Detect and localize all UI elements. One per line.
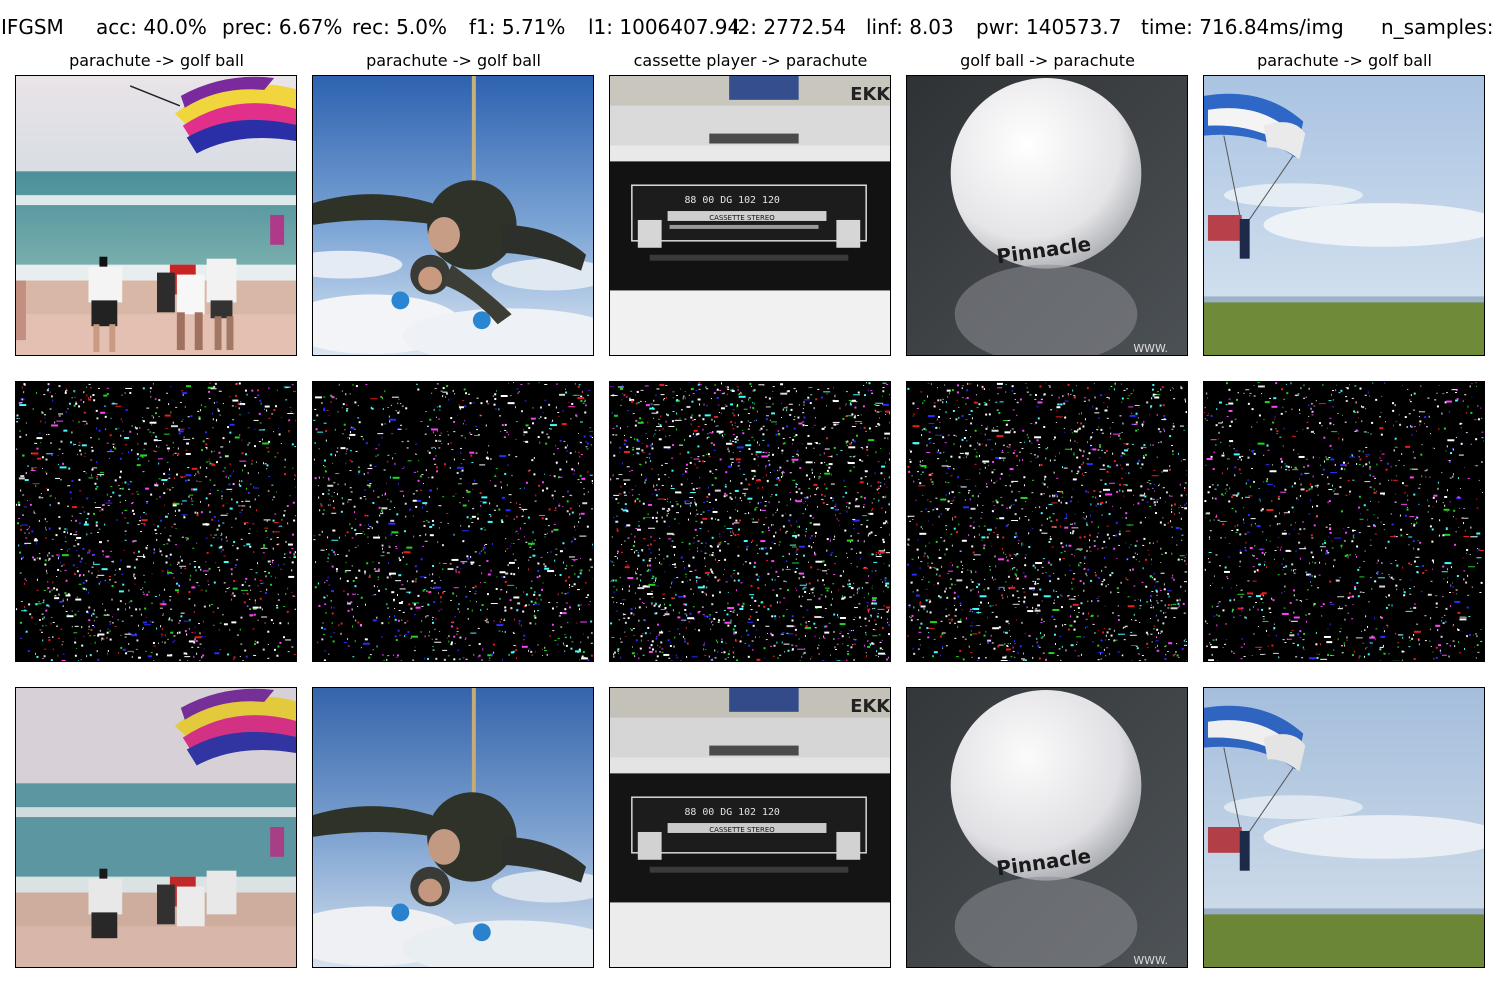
perturbation-noise-3	[609, 381, 891, 662]
n-samples-metric: n_samples: 20	[1381, 15, 1500, 39]
original-image-parachute-field	[1203, 75, 1485, 356]
adversarial-image-golf-ball: Pinnacle WWW.	[906, 687, 1188, 968]
perturbation-noise-5	[1203, 381, 1485, 662]
l2-metric: l2: 2772.54	[732, 15, 847, 39]
cassette-top-label: EKKA	[850, 84, 890, 105]
metrics-header: NIFGSM acc: 40.0% prec: 6.67% rec: 5.0% …	[0, 15, 1500, 43]
column-title-2: parachute -> golf ball	[366, 51, 541, 70]
l1-metric: l1: 1006407.94	[588, 15, 741, 39]
rec-metric: rec: 5.0%	[352, 15, 447, 39]
adversarial-image-cassette-player: EKKA 88 00 DG 102 120 CASSETTE STEREO	[609, 687, 891, 968]
perturbation-noise-2	[312, 381, 594, 662]
adversarial-image-parachute-field	[1203, 687, 1485, 968]
original-image-golf-ball: Pinnacle WWW.	[906, 75, 1188, 356]
cassette-display-text: 88 00 DG 102 120	[684, 195, 779, 206]
adversarial-results-figure: NIFGSM acc: 40.0% prec: 6.67% rec: 5.0% …	[0, 0, 1500, 1000]
method-name: NIFGSM	[0, 15, 64, 39]
column-title-1: parachute -> golf ball	[69, 51, 244, 70]
adversarial-image-parachute-beach	[15, 687, 297, 968]
column-title-3: cassette player -> parachute	[633, 51, 868, 70]
perturbation-noise-1	[15, 381, 297, 662]
adversarial-image-tandem-skydivers	[312, 687, 594, 968]
cassette-label: CASSETTE STEREO	[709, 214, 775, 222]
golf-watermark: WWW.	[1133, 342, 1168, 355]
golf-watermark: WWW.	[1133, 954, 1168, 967]
column-title-4: golf ball -> parachute	[960, 51, 1135, 70]
cassette-top-label: EKKA	[850, 696, 890, 717]
acc-metric: acc: 40.0%	[96, 15, 207, 39]
prec-metric: prec: 6.67%	[222, 15, 343, 39]
perturbation-noise-4	[906, 381, 1188, 662]
column-title-5: parachute -> golf ball	[1257, 51, 1432, 70]
cassette-label: CASSETTE STEREO	[709, 826, 775, 834]
original-image-cassette-player: EKKA 88 00 DG 102 120 CASSETTE STEREO	[609, 75, 891, 356]
pwr-metric: pwr: 140573.7	[976, 15, 1122, 39]
linf-metric: linf: 8.03	[866, 15, 954, 39]
time-metric: time: 716.84ms/img	[1141, 15, 1344, 39]
f1-metric: f1: 5.71%	[469, 15, 566, 39]
cassette-display-text: 88 00 DG 102 120	[684, 807, 779, 818]
original-image-parachute-beach	[15, 75, 297, 356]
original-image-tandem-skydivers	[312, 75, 594, 356]
